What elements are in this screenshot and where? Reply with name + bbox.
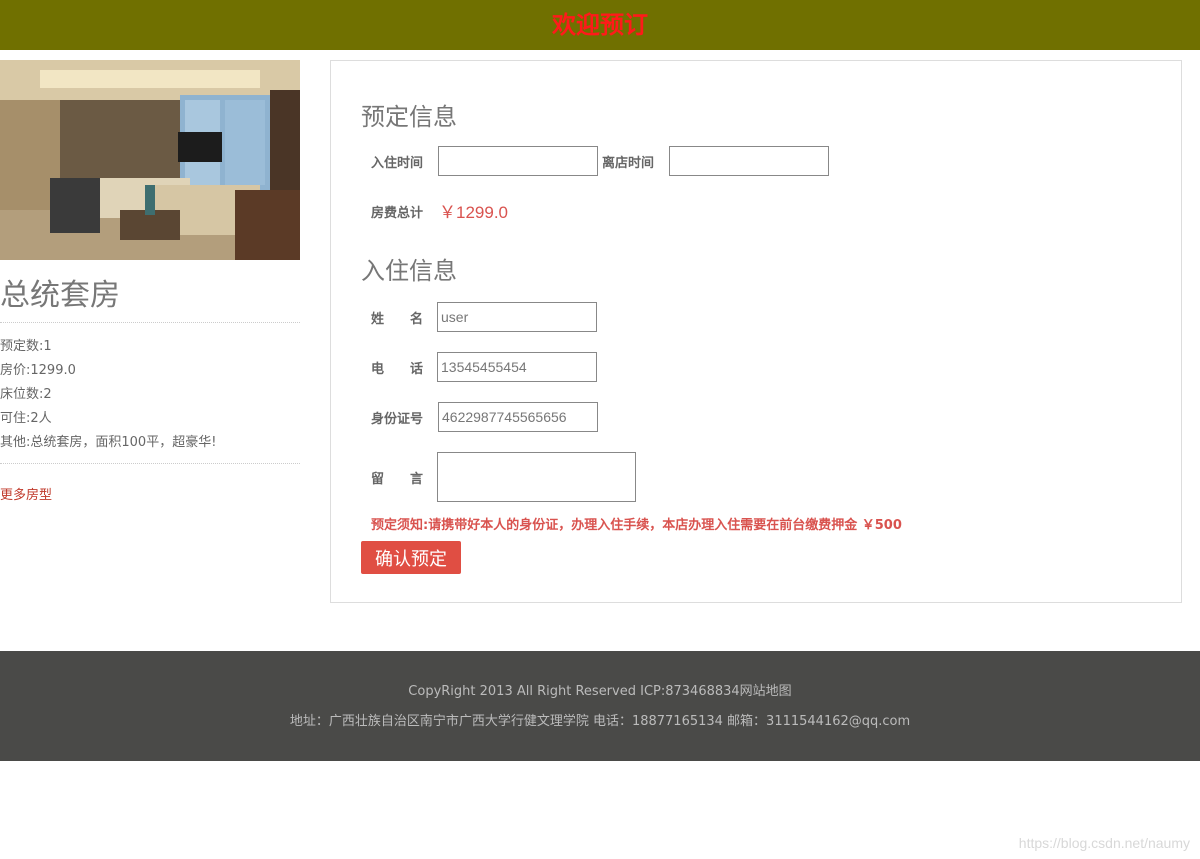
guest-section-title: 入住信息: [361, 257, 457, 285]
page-title: 欢迎预订: [552, 10, 648, 39]
name-label: 姓 名: [371, 312, 424, 327]
total-price: ￥1299.0: [439, 203, 508, 222]
footer-contact: 地址：广西壮族自治区南宁市广西大学行健文理学院 电话：18877165134 邮…: [289, 714, 911, 729]
checkout-label: 离店时间: [602, 156, 655, 171]
confirm-booking-button[interactable]: 确认预定: [361, 541, 461, 574]
checkin-label: 入住时间: [371, 156, 424, 171]
room-bookings: 预定数:1: [0, 339, 52, 354]
booking-notice: 预定须知:请携带好本人的身份证，办理入住手续，本店办理入住需要在前台缴费押金 ￥…: [371, 518, 902, 533]
message-label: 留 言: [371, 472, 424, 487]
footer-copyright: CopyRight 2013 All Right Reserved ICP:87…: [408, 684, 792, 699]
booking-section-title: 预定信息: [361, 103, 457, 131]
page-footer: CopyRight 2013 All Right Reserved ICP:87…: [0, 651, 1200, 761]
watermark: https://blog.csdn.net/naumy: [1018, 835, 1190, 851]
message-textarea[interactable]: [437, 452, 636, 502]
booking-panel: 预定信息 入住时间 离店时间 房费总计 ￥1299.0 入住信息 姓 名 电 话…: [330, 60, 1182, 603]
room-sidebar: 总统套房 预定数:1 房价:1299.0 床位数:2 可住:2人 其他:总统套房…: [0, 60, 300, 503]
phone-input[interactable]: [437, 352, 597, 382]
room-info-list: 预定数:1 房价:1299.0 床位数:2 可住:2人 其他:总统套房，面积10…: [0, 323, 300, 464]
room-price: 房价:1299.0: [0, 363, 76, 378]
room-beds: 床位数:2: [0, 387, 52, 402]
id-number-input[interactable]: [438, 402, 598, 432]
room-other: 其他:总统套房，面积100平，超豪华!: [0, 435, 217, 450]
phone-label: 电 话: [371, 362, 424, 377]
name-input[interactable]: [437, 302, 597, 332]
checkout-date-input[interactable]: [669, 146, 829, 176]
more-rooms-link[interactable]: 更多房型: [0, 484, 52, 503]
page-header: 欢迎预订: [0, 0, 1200, 50]
room-name: 总统套房: [0, 278, 300, 323]
checkin-date-input[interactable]: [438, 146, 598, 176]
id-label: 身份证号: [371, 412, 424, 427]
room-capacity: 可住:2人: [0, 411, 52, 426]
room-photo: [0, 60, 300, 260]
total-label: 房费总计: [371, 206, 424, 221]
